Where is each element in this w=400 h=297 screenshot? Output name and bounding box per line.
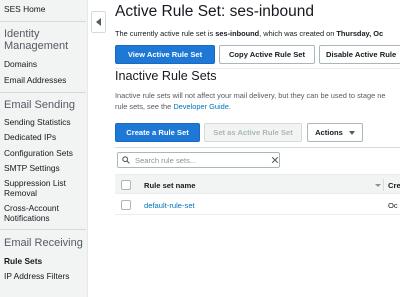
description-line-1: Inactive rule sets will not affect your … [115, 91, 386, 100]
description-period: . [228, 102, 231, 111]
rule-sets-table: Search rule sets... Rule set name Cre de… [115, 147, 400, 297]
clear-search-icon[interactable] [271, 156, 279, 164]
actions-dropdown[interactable]: Actions [307, 123, 363, 142]
row-checkbox[interactable] [121, 200, 131, 210]
sidebar-divider [0, 229, 86, 230]
sidebar-divider [0, 92, 86, 93]
sidebar-item-sending-statistics[interactable]: Sending Statistics [4, 117, 71, 127]
sidebar-item-ip-address-filters[interactable]: IP Address Filters [4, 271, 69, 281]
column-header-created[interactable]: Cre [388, 181, 400, 190]
sidebar-item-configuration-sets[interactable]: Configuration Sets [4, 148, 73, 158]
select-all-checkbox[interactable] [121, 180, 131, 190]
create-rule-set-button[interactable]: Create a Rule Set [115, 123, 200, 142]
table-row: default-rule-set Oc [115, 195, 400, 215]
sidebar-section-email-receiving: Email Receiving [4, 237, 83, 249]
sort-caret-icon[interactable] [375, 184, 381, 187]
disable-active-rule-set-button[interactable]: Disable Active Rule [319, 45, 400, 64]
column-header-rule-set-name[interactable]: Rule set name [144, 181, 196, 190]
sidebar-item-ses-home[interactable]: SES Home [4, 4, 45, 14]
info-mid: , which was created on [259, 29, 337, 38]
info-created-date: Thursday, Oc [336, 29, 384, 38]
sidebar-collapse-button[interactable] [91, 11, 106, 33]
sidebar-item-email-addresses[interactable]: Email Addresses [4, 75, 66, 85]
info-rule-set-name: ses-inbound [215, 29, 260, 38]
sidebar-item-rule-sets[interactable]: Rule Sets [4, 256, 42, 266]
description-line-2: rule sets, see the Developer Guide. [115, 101, 400, 112]
search-input[interactable]: Search rule sets... [117, 152, 280, 168]
sidebar: SES Home Identity Management Domains Ema… [0, 0, 88, 297]
table-header: Rule set name Cre [115, 174, 400, 194]
sidebar-item-dedicated-ips[interactable]: Dedicated IPs [4, 132, 56, 142]
search-icon [122, 156, 130, 164]
caret-down-icon [348, 130, 355, 135]
sidebar-item-suppression-list-removal[interactable]: Suppression List Removal [4, 178, 84, 198]
set-as-active-rule-set-button[interactable]: Set as Active Rule Set [204, 123, 302, 142]
sidebar-item-domains[interactable]: Domains [4, 59, 37, 69]
sidebar-item-smtp-settings[interactable]: SMTP Settings [4, 163, 60, 173]
developer-guide-link[interactable]: Developer Guide [173, 102, 228, 111]
rule-set-name-link[interactable]: default-rule-set [144, 201, 195, 210]
active-rule-set-info: The currently active rule set is ses-inb… [115, 29, 383, 38]
search-placeholder: Search rule sets... [135, 156, 197, 165]
column-separator [383, 179, 384, 191]
main-content: Active Rule Set: ses-inbound The current… [115, 0, 400, 297]
actions-label: Actions [315, 128, 343, 137]
inactive-rule-sets-heading: Inactive Rule Sets [115, 69, 217, 83]
inactive-rule-sets-description: Inactive rule sets will not affect your … [115, 90, 400, 112]
sidebar-section-identity-management: Identity Management [4, 28, 69, 52]
copy-active-rule-set-button[interactable]: Copy Active Rule Set [219, 45, 315, 64]
description-text: rule sets, see the [115, 102, 174, 111]
chevron-left-icon [96, 18, 101, 26]
sidebar-section-email-sending: Email Sending [4, 99, 75, 111]
view-active-rule-set-button[interactable]: View Active Rule Set [115, 45, 215, 64]
page-title: Active Rule Set: ses-inbound [115, 3, 315, 20]
info-prefix: The currently active rule set is [115, 29, 216, 38]
sidebar-divider [0, 21, 86, 22]
sidebar-item-cross-account-notifications[interactable]: Cross-Account Notifications [4, 203, 84, 223]
rule-set-created: Oc [388, 201, 398, 210]
